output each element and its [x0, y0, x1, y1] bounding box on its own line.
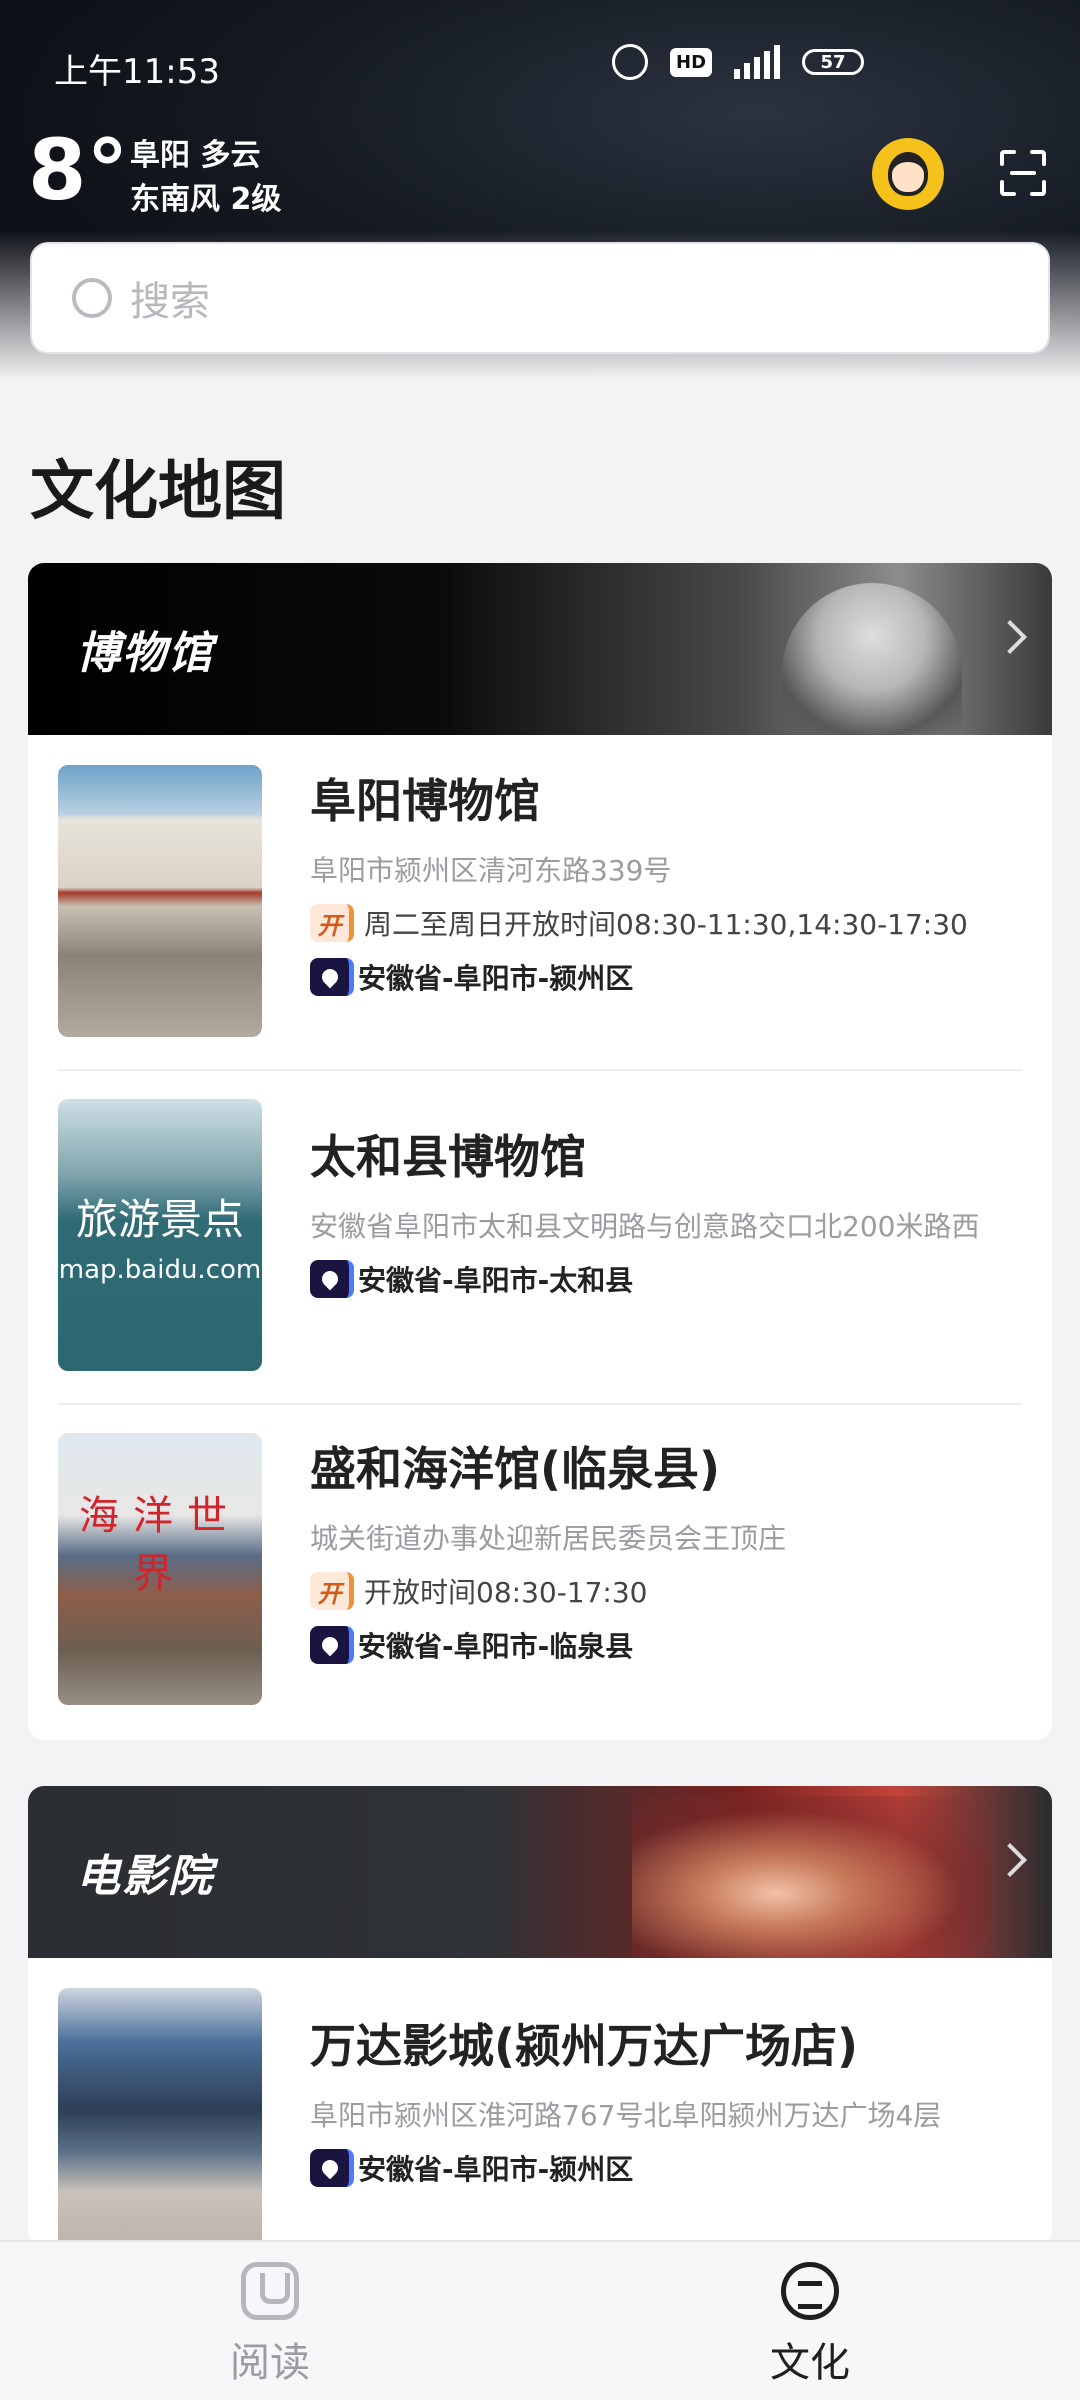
location-pin-icon: [310, 2149, 354, 2187]
location-pin-icon: [310, 1260, 354, 1298]
book-icon: [241, 2262, 299, 2320]
location-pin-icon: [310, 958, 354, 996]
museum-card: 博物馆 阜阳博物馆 阜阳市颍州区清河东路339号 开 周二至周日开放时间08:3…: [28, 563, 1052, 1740]
venue-name: 盛和海洋馆(临泉县): [310, 1442, 721, 1496]
search-icon: [72, 278, 112, 318]
hours-text: 周二至周日开放时间08:30-11:30,14:30-17:30: [364, 908, 968, 941]
list-item[interactable]: 阜阳博物馆 阜阳市颍州区清河东路339号 开 周二至周日开放时间08:30-11…: [28, 735, 1052, 1069]
status-icons: HD 57: [612, 44, 865, 80]
location-text: 安徽省-阜阳市-颍州区: [358, 962, 634, 995]
venue-name: 万达影城(颍州万达广场店): [310, 2019, 859, 2073]
bottom-navigation: 阅读 文化: [0, 2240, 1080, 2400]
venue-name: 太和县博物馆: [310, 1130, 586, 1184]
location-text: 安徽省-阜阳市-临泉县: [358, 1630, 634, 1663]
thumbnail-url: map.baidu.com: [58, 1254, 262, 1285]
location-row: 安徽省-阜阳市-临泉县: [310, 1625, 1022, 1665]
page-title: 文化地图: [30, 455, 286, 529]
opening-hours: 开 周二至周日开放时间08:30-11:30,14:30-17:30: [310, 903, 1022, 943]
museum-thumbnail: 旅游景点 map.baidu.com: [58, 1099, 262, 1371]
list-item[interactable]: 万达影城(颍州万达广场店) 阜阳市颍州区淮河路767号北阜阳颍州万达广场4层 安…: [28, 1958, 1052, 2246]
tab-read-label: 阅读: [230, 2340, 310, 2386]
hd-icon: HD: [670, 47, 713, 77]
status-bar: 上午11:53 HD 57: [0, 0, 1080, 130]
user-avatar[interactable]: [872, 138, 944, 210]
scan-icon[interactable]: [998, 148, 1048, 198]
statue-image: [782, 583, 962, 735]
status-time: 上午11:53: [54, 52, 220, 92]
aquarium-thumbnail: 海洋世界: [58, 1433, 262, 1705]
alarm-icon: [612, 44, 648, 80]
museum-banner[interactable]: 博物馆: [28, 563, 1052, 735]
avatar-face-icon: [888, 152, 928, 196]
moviegoers-image: [632, 1796, 992, 1958]
venue-name: 阜阳博物馆: [310, 774, 540, 828]
signal-icon: [734, 45, 781, 79]
location-text: 安徽省-阜阳市-颍州区: [358, 2153, 634, 2186]
chevron-right-icon: [993, 1843, 1027, 1877]
location-row: 安徽省-阜阳市-颍州区: [310, 957, 1022, 997]
cinema-banner[interactable]: 电影院: [28, 1786, 1052, 1958]
tab-culture-label: 文化: [770, 2340, 850, 2386]
location-text: 安徽省-阜阳市-太和县: [358, 1264, 634, 1297]
weather-city-condition: 阜阳 多云: [130, 138, 261, 173]
venue-address: 阜阳市颍州区淮河路767号北阜阳颍州万达广场4层: [310, 2099, 942, 2132]
battery-icon: 57: [802, 49, 865, 75]
weather-wind: 东南风 2级: [130, 182, 282, 217]
location-row: 安徽省-阜阳市-太和县: [310, 1259, 1022, 1299]
venue-address: 城关街道办事处迎新居民委员会王顶庄: [310, 1522, 787, 1555]
weather-temperature: 8°: [28, 121, 129, 219]
culture-icon: [781, 2262, 839, 2320]
battery-level: 57: [820, 51, 846, 73]
chevron-right-icon: [993, 620, 1027, 654]
cinema-thumbnail: [58, 1988, 262, 2246]
thumbnail-caption: 旅游景点: [75, 1194, 244, 1244]
tab-culture[interactable]: 文化: [540, 2242, 1080, 2400]
list-item[interactable]: 海洋世界 盛和海洋馆(临泉县) 城关街道办事处迎新居民委员会王顶庄 开 开放时间…: [28, 1403, 1052, 1737]
open-badge-icon: 开: [310, 904, 354, 942]
search-bar[interactable]: 搜索: [30, 242, 1050, 354]
venue-address: 阜阳市颍州区清河东路339号: [310, 854, 672, 887]
museum-banner-title: 博物馆: [76, 628, 214, 679]
tab-read[interactable]: 阅读: [0, 2242, 540, 2400]
location-pin-icon: [310, 1626, 354, 1664]
venue-address: 安徽省阜阳市太和县文明路与创意路交口北200米路西: [310, 1210, 980, 1243]
open-badge-icon: 开: [310, 1572, 354, 1610]
list-item[interactable]: 旅游景点 map.baidu.com 太和县博物馆 安徽省阜阳市太和县文明路与创…: [28, 1069, 1052, 1403]
hours-text: 开放时间08:30-17:30: [364, 1576, 648, 1609]
cinema-card: 电影院 万达影城(颍州万达广场店) 阜阳市颍州区淮河路767号北阜阳颍州万达广场…: [28, 1786, 1052, 2246]
location-row: 安徽省-阜阳市-颍州区: [310, 2148, 1022, 2188]
cinema-banner-title: 电影院: [76, 1851, 214, 1902]
thumbnail-sign: 海洋世界: [79, 1493, 241, 1597]
search-input[interactable]: 搜索: [130, 269, 210, 327]
museum-thumbnail: [58, 765, 262, 1037]
opening-hours: 开 开放时间08:30-17:30: [310, 1571, 1022, 1611]
